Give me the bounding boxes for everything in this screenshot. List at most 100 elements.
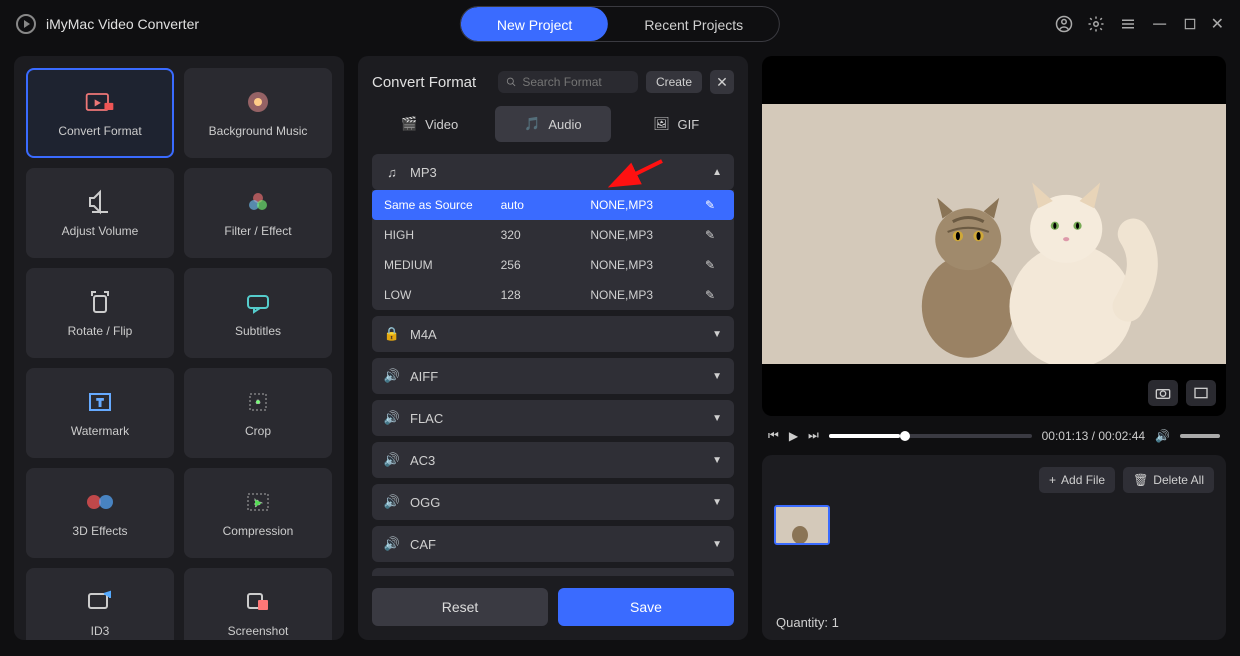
play-button[interactable]: ▶ (789, 429, 798, 443)
minimize-icon[interactable]: － (1151, 11, 1169, 37)
menu-icon[interactable] (1119, 15, 1137, 33)
format-group-m4a[interactable]: 🔒M4A▼ (372, 316, 734, 352)
format-group-flac[interactable]: 🔊FLAC▼ (372, 400, 734, 436)
sidebar-item-watermark[interactable]: T Watermark (26, 368, 174, 458)
seek-bar[interactable] (829, 434, 1032, 438)
preset-row-medium[interactable]: MEDIUM 256 NONE,MP3 ✎ (372, 250, 734, 280)
maximize-icon[interactable] (1183, 17, 1197, 31)
audio-icon: 🔊 (384, 494, 400, 510)
audio-icon: 🔊 (384, 368, 400, 384)
tab-audio[interactable]: 🎵 Audio (495, 106, 610, 142)
volume-icon[interactable]: 🔊 (1155, 429, 1170, 443)
reset-button[interactable]: Reset (372, 588, 548, 626)
gear-icon[interactable] (1087, 15, 1105, 33)
sidebar-item-label: ID3 (91, 624, 110, 638)
queue-thumbnail[interactable] (774, 505, 830, 545)
file-queue: +Add File 🗑Delete All Quantity: 1 (762, 455, 1226, 640)
volume-icon (84, 188, 116, 216)
screenshot-icon (242, 588, 274, 616)
titlebar: iMyMac Video Converter New Project Recen… (0, 0, 1240, 48)
sidebar-item-label: Background Music (209, 124, 308, 138)
preset-row-low[interactable]: LOW 128 NONE,MP3 ✎ (372, 280, 734, 310)
sidebar-item-convert-format[interactable]: Convert Format (26, 68, 174, 158)
snapshot-button[interactable] (1148, 380, 1178, 406)
sidebar-item-id3[interactable]: ID3 (26, 568, 174, 640)
3d-icon (84, 488, 116, 516)
fullscreen-button[interactable] (1186, 380, 1216, 406)
save-button[interactable]: Save (558, 588, 734, 626)
filter-icon (242, 188, 274, 216)
sidebar-item-label: 3D Effects (72, 524, 127, 538)
delete-all-button[interactable]: 🗑Delete All (1123, 467, 1214, 493)
recent-projects-tab[interactable]: Recent Projects (608, 7, 779, 41)
chevron-down-icon: ▼ (712, 371, 722, 382)
chevron-up-icon: ▲ (712, 167, 722, 178)
volume-slider[interactable] (1180, 434, 1220, 438)
quantity-label: Quantity: 1 (776, 615, 839, 630)
video-file-icon: 🎬 (401, 116, 417, 132)
chevron-down-icon: ▼ (712, 455, 722, 466)
format-group-ac3[interactable]: 🔊AC3▼ (372, 442, 734, 478)
tab-video[interactable]: 🎬 Video (372, 106, 487, 142)
tab-gif[interactable]: 🖼 GIF (619, 106, 734, 142)
sidebar-item-3d-effects[interactable]: 3D Effects (26, 468, 174, 558)
search-format-box[interactable] (498, 71, 638, 93)
chevron-down-icon: ▼ (712, 497, 722, 508)
format-group-caf[interactable]: 🔊CAF▼ (372, 526, 734, 562)
camera-icon (1155, 386, 1171, 400)
preset-row-high[interactable]: HIGH 320 NONE,MP3 ✎ (372, 220, 734, 250)
format-group-au[interactable]: 🔊AU▼ (372, 568, 734, 576)
account-icon[interactable] (1055, 15, 1073, 33)
sidebar-item-subtitles[interactable]: Subtitles (184, 268, 332, 358)
edit-preset-icon[interactable]: ✎ (698, 258, 722, 272)
preset-row-same-as-source[interactable]: Same as Source auto NONE,MP3 ✎ (372, 190, 734, 220)
audio-icon: 🔊 (384, 410, 400, 426)
gif-file-icon: 🖼 (653, 116, 669, 132)
sidebar-item-label: Rotate / Flip (68, 324, 133, 338)
sidebar-item-screenshot[interactable]: Screenshot (184, 568, 332, 640)
edit-preset-icon[interactable]: ✎ (698, 198, 722, 212)
crop-icon (242, 388, 274, 416)
video-preview (762, 56, 1226, 416)
next-button[interactable]: ⏭ (808, 428, 819, 443)
sidebar-item-crop[interactable]: Crop (184, 368, 332, 458)
sidebar-item-label: Screenshot (228, 624, 289, 638)
format-group-aiff[interactable]: 🔊AIFF▼ (372, 358, 734, 394)
sidebar-item-label: Adjust Volume (62, 224, 139, 238)
sidebar-item-label: Filter / Effect (224, 224, 291, 238)
convert-icon (84, 88, 116, 116)
sidebar-item-compression[interactable]: Compression (184, 468, 332, 558)
lock-icon: 🔒 (384, 326, 400, 342)
prev-button[interactable]: ⏮ (768, 428, 779, 443)
sidebar-item-rotate-flip[interactable]: Rotate / Flip (26, 268, 174, 358)
compression-icon (242, 488, 274, 516)
music-note-icon: ♫ (384, 164, 400, 180)
app-logo-icon (16, 14, 36, 34)
titlebar-right-icons: － ✕ (1055, 11, 1224, 37)
trash-icon: 🗑 (1133, 473, 1148, 487)
edit-preset-icon[interactable]: ✎ (698, 288, 722, 302)
sidebar-item-adjust-volume[interactable]: Adjust Volume (26, 168, 174, 258)
format-group-ogg[interactable]: 🔊OGG▼ (372, 484, 734, 520)
preview-panel: ⏮ ▶ ⏭ 00:01:13 / 00:02:44 🔊 +Add File 🗑D… (762, 56, 1226, 640)
sidebar-item-filter-effect[interactable]: Filter / Effect (184, 168, 332, 258)
search-input[interactable] (522, 75, 630, 89)
sidebar-item-label: Compression (223, 524, 294, 538)
search-icon (506, 76, 516, 88)
edit-preset-icon[interactable]: ✎ (698, 228, 722, 242)
player-controls: ⏮ ▶ ⏭ 00:01:13 / 00:02:44 🔊 (762, 428, 1226, 443)
close-icon[interactable]: ✕ (1211, 14, 1224, 34)
convert-format-panel: Convert Format Create ✕ 🎬 Video 🎵 Audio … (358, 56, 748, 640)
new-project-tab[interactable]: New Project (461, 7, 608, 41)
create-button[interactable]: Create (646, 71, 702, 93)
sidebar-item-background-music[interactable]: Background Music (184, 68, 332, 158)
sidebar-item-label: Convert Format (58, 124, 141, 138)
add-file-button[interactable]: +Add File (1039, 467, 1115, 493)
panel-close-button[interactable]: ✕ (710, 70, 734, 94)
format-list: ♫ MP3 ▲ Same as Source auto NONE,MP3 ✎ H… (372, 154, 734, 576)
fullscreen-icon (1193, 386, 1209, 400)
music-icon (242, 88, 274, 116)
chevron-down-icon: ▼ (712, 539, 722, 550)
sidebar-item-label: Subtitles (235, 324, 281, 338)
format-group-mp3[interactable]: ♫ MP3 ▲ (372, 154, 734, 190)
